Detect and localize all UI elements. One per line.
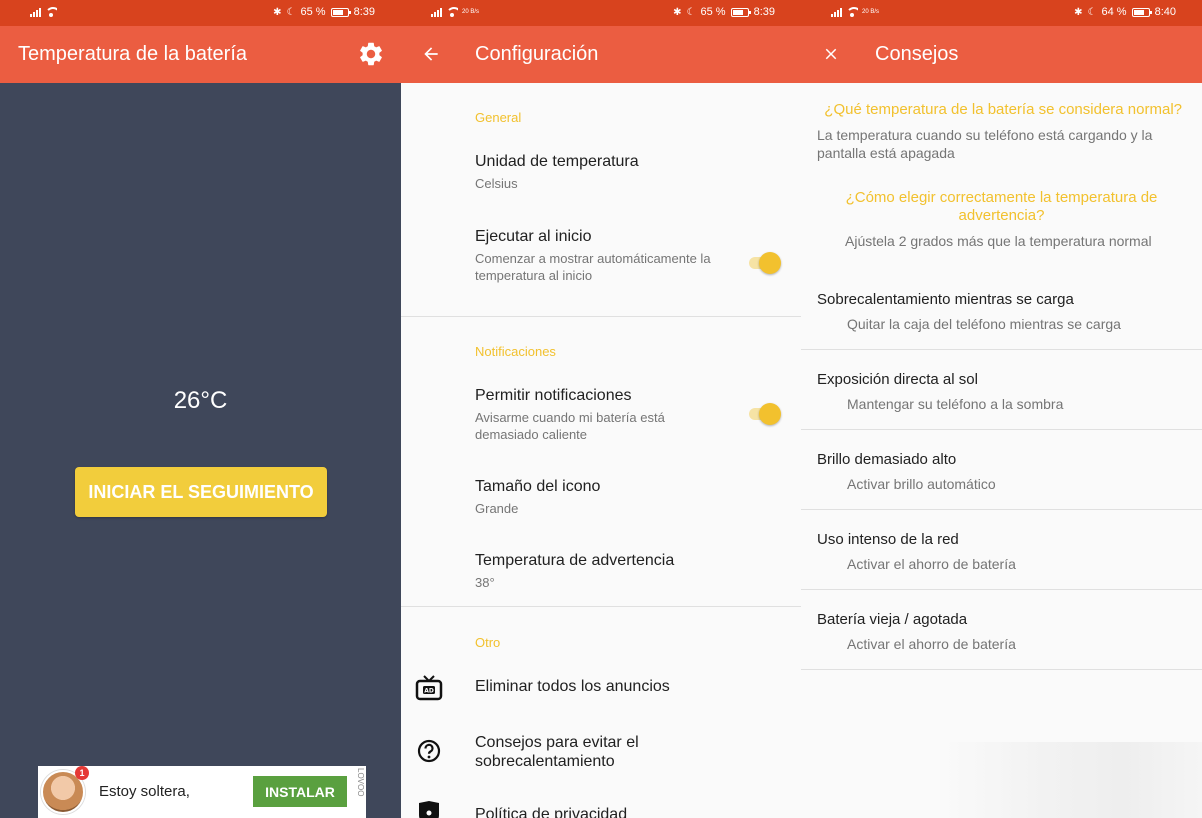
setting-title: Permitir notificaciones <box>475 387 632 404</box>
network-speed: 20 B/s <box>462 9 480 15</box>
start-tracking-button[interactable]: INICIAR EL SEGUIMIENTO <box>75 467 327 517</box>
wifi-icon <box>446 7 458 17</box>
tip-title: Exposición directa al sol <box>817 371 978 388</box>
ad-notification-badge: 1 <box>75 766 89 780</box>
tv-ad-icon: AD <box>415 675 443 701</box>
divider <box>801 509 1202 510</box>
app-title: Temperatura de la batería <box>18 43 248 65</box>
overheat-tips-item[interactable]: Consejos para evitar el sobrecalentamien… <box>475 733 781 771</box>
page-title: Consejos <box>875 43 959 65</box>
faq-answer: La temperatura cuando su teléfono está c… <box>817 127 1153 161</box>
tip-advice: Activar el ahorro de batería <box>847 556 1016 572</box>
battery-icon <box>330 7 351 17</box>
tip-advice: Mantengar su teléfono a la sombra <box>847 396 1064 412</box>
signal-icon <box>30 7 41 17</box>
divider <box>401 316 801 317</box>
setting-autostart[interactable]: Ejecutar al inicio Comenzar a mostrar au… <box>475 228 711 284</box>
bluetooth-icon: ✱ <box>1074 6 1083 18</box>
setting-title: Temperatura de advertencia <box>475 552 675 569</box>
main-screen: ✱ ☾ 65 % 8:39 Temperatura de la batería … <box>0 0 401 818</box>
battery-percent: 65 % <box>700 6 726 18</box>
divider <box>801 429 1202 430</box>
status-bar: ✱ ☾ 65 % 8:39 <box>0 0 401 26</box>
svg-text:AD: AD <box>424 688 434 695</box>
divider <box>401 606 801 607</box>
install-button[interactable]: INSTALAR <box>253 776 347 807</box>
setting-temperature-unit[interactable]: Unidad de temperatura Celsius <box>475 153 781 192</box>
app-bar: Consejos <box>801 26 1202 83</box>
faq-answer: Ajústela 2 grados más que la temperatura… <box>845 233 1152 249</box>
setting-title: Política de privacidad <box>475 806 628 818</box>
section-general: General <box>475 110 522 125</box>
setting-subtitle: 38° <box>475 575 495 590</box>
divider <box>801 349 1202 350</box>
battery-icon <box>1131 7 1152 17</box>
app-bar: Configuración <box>401 26 801 83</box>
setting-title: Ejecutar al inicio <box>475 228 592 245</box>
setting-title: Consejos para evitar el sobrecalentamien… <box>475 734 639 770</box>
network-speed: 20 B/s <box>862 9 880 15</box>
help-circle-icon <box>417 739 441 763</box>
wifi-icon <box>45 7 57 17</box>
status-bar: 20 B/s ✱ ☾ 65 % 8:39 <box>401 0 801 26</box>
battery-percent: 65 % <box>300 6 326 18</box>
setting-warning-temperature[interactable]: Temperatura de advertencia 38° <box>475 552 781 591</box>
bluetooth-icon: ✱ <box>673 6 682 18</box>
moon-icon: ☾ <box>1087 6 1097 18</box>
setting-subtitle: Comenzar a mostrar automáticamente la te… <box>475 251 711 283</box>
lock-icon <box>419 801 439 818</box>
divider <box>801 589 1202 590</box>
page-title: Configuración <box>475 43 599 65</box>
status-bar: 20 B/s ✱ ☾ 64 % 8:40 <box>801 0 1202 26</box>
ad-brand: LOVOO <box>356 768 365 797</box>
bluetooth-icon: ✱ <box>273 6 282 18</box>
tip-advice: Activar el ahorro de batería <box>847 636 1016 652</box>
blurred-overlay <box>941 742 1202 818</box>
clock: 8:40 <box>1154 6 1176 18</box>
setting-icon-size[interactable]: Tamaño del icono Grande <box>475 478 781 517</box>
clock: 8:39 <box>753 6 775 18</box>
faq-question: ¿Qué temperatura de la batería se consid… <box>824 101 1182 118</box>
remove-ads-item[interactable]: Eliminar todos los anuncios <box>475 678 781 696</box>
divider <box>801 669 1202 670</box>
tip-advice: Quitar la caja del teléfono mientras se … <box>847 316 1121 332</box>
gear-icon[interactable] <box>357 40 385 68</box>
ad-banner[interactable]: 1 Estoy soltera, INSTALAR LOVOO <box>38 766 366 818</box>
privacy-policy-item[interactable]: Política de privacidad <box>475 806 781 818</box>
setting-subtitle: Avisarme cuando mi batería está demasiad… <box>475 410 665 442</box>
setting-title: Tamaño del icono <box>475 478 601 495</box>
moon-icon: ☾ <box>686 6 696 18</box>
moon-icon: ☾ <box>286 6 296 18</box>
arrow-back-icon[interactable] <box>419 42 443 66</box>
tip-title: Batería vieja / agotada <box>817 611 968 628</box>
tip-title: Brillo demasiado alto <box>817 451 957 468</box>
temperature-readout: 26°C <box>173 387 228 414</box>
notifications-toggle[interactable] <box>747 403 781 425</box>
section-other: Otro <box>475 635 501 650</box>
app-bar: Temperatura de la batería <box>0 26 401 83</box>
signal-icon <box>831 7 842 17</box>
close-icon[interactable] <box>819 42 843 66</box>
tips-screen: 20 B/s ✱ ☾ 64 % 8:40 Consejos ¿Qué tempe… <box>801 0 1202 818</box>
tip-advice: Activar brillo automático <box>847 476 996 492</box>
signal-icon <box>431 7 442 17</box>
settings-screen: 20 B/s ✱ ☾ 65 % 8:39 Configuración Gener… <box>401 0 801 818</box>
setting-notifications[interactable]: Permitir notificaciones Avisarme cuando … <box>475 387 711 443</box>
faq-question: ¿Cómo elegir correctamente la temperatur… <box>845 189 1158 224</box>
setting-subtitle: Celsius <box>475 176 518 191</box>
autostart-toggle[interactable] <box>747 252 781 274</box>
clock: 8:39 <box>353 6 375 18</box>
battery-percent: 64 % <box>1101 6 1127 18</box>
tip-title: Sobrecalentamiento mientras se carga <box>817 291 1074 308</box>
wifi-icon <box>846 7 858 17</box>
section-notifications: Notificaciones <box>475 344 556 359</box>
battery-icon <box>730 7 751 17</box>
setting-title: Unidad de temperatura <box>475 153 639 170</box>
tip-title: Uso intenso de la red <box>817 531 959 548</box>
setting-title: Eliminar todos los anuncios <box>475 678 670 695</box>
setting-subtitle: Grande <box>475 501 519 516</box>
ad-text: Estoy soltera, <box>99 783 190 800</box>
